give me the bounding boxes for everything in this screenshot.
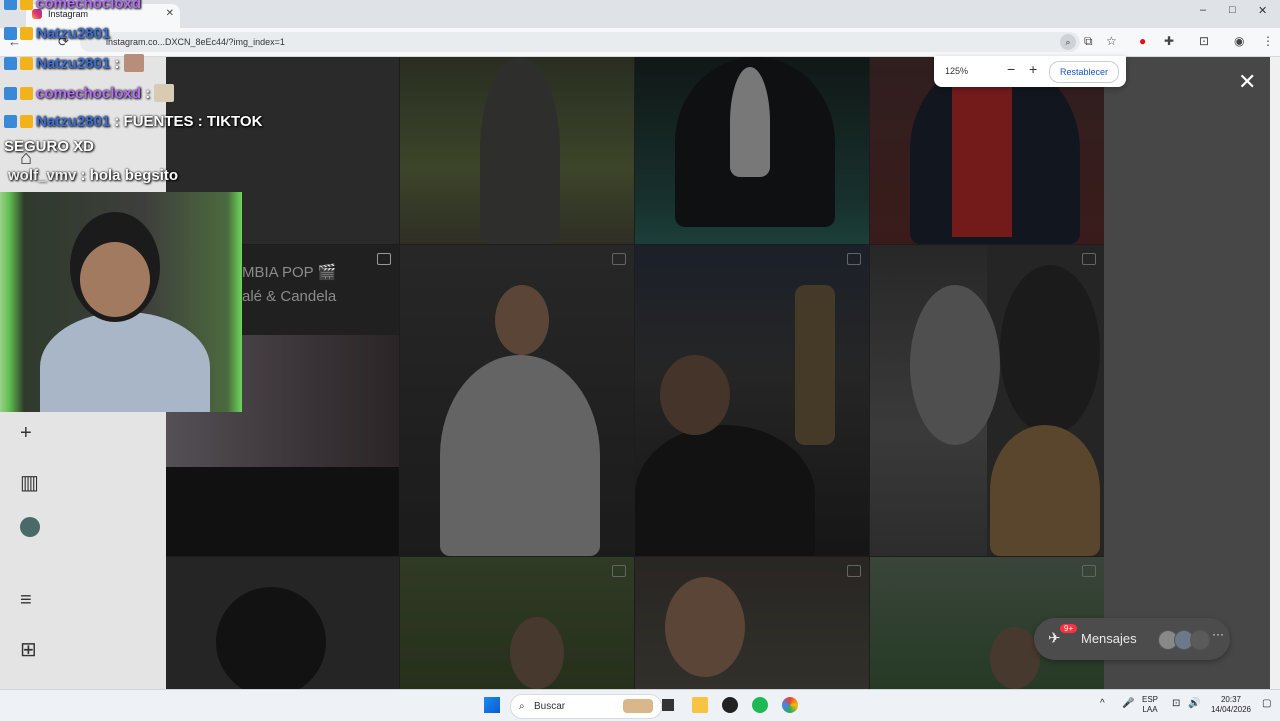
screenshot-icon[interactable]: ⊡ bbox=[1199, 34, 1209, 48]
menu-dots-icon[interactable]: ⋮ bbox=[1262, 34, 1274, 48]
obs-icon[interactable] bbox=[722, 697, 738, 713]
chat-text: : hola begsito bbox=[80, 167, 179, 184]
messages-badge: 9+ bbox=[1060, 624, 1078, 633]
search-placeholder: Buscar bbox=[534, 701, 566, 712]
also-from-meta-icon[interactable]: ⊞ bbox=[20, 637, 37, 662]
emote-icon bbox=[123, 54, 144, 72]
chat-text: : bbox=[145, 85, 151, 102]
zoom-popup: 125% − + Restablecer bbox=[934, 56, 1126, 87]
windows-start-icon[interactable] bbox=[484, 697, 500, 713]
tab-bar: Instagram ✕ – □ ✕ bbox=[0, 0, 1280, 28]
chat-username: comechocloxd bbox=[36, 85, 142, 102]
post-thumbnail[interactable] bbox=[400, 557, 634, 689]
messages-label: Mensajes bbox=[1081, 631, 1137, 646]
profile-avatar[interactable]: ◉ bbox=[1234, 34, 1244, 48]
scrollbar[interactable] bbox=[1270, 57, 1280, 689]
search-icon: ⌕ bbox=[519, 701, 525, 712]
spotify-icon[interactable] bbox=[752, 697, 768, 713]
task-view-icon[interactable] bbox=[662, 699, 674, 711]
bookmark-star-icon[interactable]: ☆ bbox=[1106, 34, 1117, 48]
url-field[interactable]: instagram.co...DXCN_8eEc44/?img_index=1 … bbox=[80, 32, 1080, 52]
post-thumbnail[interactable] bbox=[635, 245, 869, 556]
zoom-icon[interactable]: ⌕ bbox=[1060, 34, 1076, 50]
profile-icon[interactable] bbox=[20, 517, 40, 537]
avatar bbox=[1190, 630, 1210, 650]
extensions-icon[interactable]: ✚ bbox=[1164, 34, 1174, 48]
badge-icon bbox=[20, 0, 33, 10]
badge-icon bbox=[20, 27, 33, 40]
messenger-icon: ✈ bbox=[1048, 630, 1061, 647]
post-thumbnail[interactable] bbox=[400, 245, 634, 556]
messages-button[interactable]: ✈ 9+ Mensajes ··· bbox=[1034, 618, 1230, 660]
chat-message: Natzu2801 bbox=[4, 25, 110, 42]
chat-username: wolf_vmv bbox=[8, 167, 77, 184]
clock[interactable]: 20:37 14/04/2026 bbox=[1206, 695, 1256, 715]
badge-icon bbox=[20, 115, 33, 128]
url-text: instagram.co...DXCN_8eEc44/?img_index=1 bbox=[106, 37, 285, 47]
close-tab-icon[interactable]: ✕ bbox=[166, 4, 174, 24]
volume-icon[interactable]: 🔊 bbox=[1188, 699, 1200, 709]
search-highlight-icon bbox=[623, 699, 653, 713]
badge-icon bbox=[4, 115, 17, 128]
chat-username: Natzu2801 bbox=[36, 25, 111, 42]
chevron-up-icon[interactable]: ^ bbox=[1100, 699, 1105, 709]
chat-username: comechocloxd bbox=[36, 0, 142, 12]
zoom-in-button[interactable]: + bbox=[1029, 61, 1037, 77]
post-thumbnail[interactable] bbox=[166, 557, 399, 689]
dashboard-icon[interactable]: ▥ bbox=[20, 470, 39, 495]
chat-message: Natzu2801 : bbox=[4, 54, 144, 72]
chat-message: SEGURO XD bbox=[4, 138, 94, 155]
opera-icon[interactable]: ● bbox=[1139, 34, 1146, 48]
zoom-level: 125% bbox=[945, 66, 969, 76]
minimize-button[interactable]: – bbox=[1200, 4, 1206, 16]
post-thumbnail[interactable] bbox=[870, 245, 1104, 556]
post-thumbnail[interactable] bbox=[635, 557, 869, 689]
mic-icon[interactable]: 🎤 bbox=[1122, 699, 1134, 709]
post-thumbnail[interactable] bbox=[635, 57, 869, 244]
post-grid: MBIA POP 🎬 alé & Candela bbox=[166, 57, 1104, 689]
chat-message: wolf_vmv : hola begsito bbox=[8, 167, 178, 184]
file-explorer-icon[interactable] bbox=[692, 697, 708, 713]
create-icon[interactable]: + bbox=[20, 422, 32, 445]
chat-text: : bbox=[114, 55, 120, 72]
language-indicator[interactable]: ESP LAA bbox=[1142, 695, 1158, 715]
badge-icon bbox=[20, 57, 33, 70]
chat-message: Natzu2801 : FUENTES : TIKTOK bbox=[4, 113, 262, 130]
notification-icon[interactable]: ▢ bbox=[1262, 699, 1271, 709]
post-caption-overlay: MBIA POP 🎬 alé & Candela bbox=[242, 264, 337, 305]
chat-text: : FUENTES : TIKTOK bbox=[114, 113, 263, 130]
maximize-button[interactable]: □ bbox=[1229, 4, 1236, 16]
taskbar: ⌕ Buscar ^ 🎤 ESP LAA ⊡ 🔊 20:37 14/04/2026 … bbox=[0, 689, 1280, 721]
chat-username: Natzu2801 bbox=[36, 113, 111, 130]
chat-message: comechocloxd bbox=[4, 0, 141, 12]
badge-icon bbox=[4, 57, 17, 70]
more-menu-icon[interactable]: ≡ bbox=[20, 589, 32, 612]
badge-icon bbox=[20, 87, 33, 100]
network-icon[interactable]: ⊡ bbox=[1172, 699, 1180, 709]
chrome-icon[interactable] bbox=[782, 697, 798, 713]
close-viewer-button[interactable]: ✕ bbox=[1238, 69, 1256, 95]
zoom-out-button[interactable]: − bbox=[1007, 61, 1015, 77]
badge-icon bbox=[4, 0, 17, 10]
chat-text: SEGURO XD bbox=[4, 138, 95, 155]
post-thumbnail[interactable] bbox=[400, 57, 634, 244]
close-window-button[interactable]: ✕ bbox=[1258, 4, 1267, 17]
reset-zoom-button[interactable]: Restablecer bbox=[1049, 61, 1119, 83]
webcam-overlay bbox=[0, 192, 242, 412]
badge-icon bbox=[4, 27, 17, 40]
chat-message: comechocloxd : bbox=[4, 84, 175, 102]
chat-username: Natzu2801 bbox=[36, 55, 111, 72]
reel-icon bbox=[377, 253, 391, 265]
address-bar: ← ⟳ instagram.co...DXCN_8eEc44/?img_inde… bbox=[0, 28, 1280, 57]
emote-icon bbox=[154, 84, 175, 102]
more-icon: ··· bbox=[1212, 627, 1224, 641]
taskbar-search[interactable]: ⌕ Buscar bbox=[510, 694, 662, 719]
install-app-icon[interactable]: ⧉ bbox=[1084, 34, 1093, 49]
viewer-backdrop bbox=[1104, 57, 1270, 689]
badge-icon bbox=[4, 87, 17, 100]
